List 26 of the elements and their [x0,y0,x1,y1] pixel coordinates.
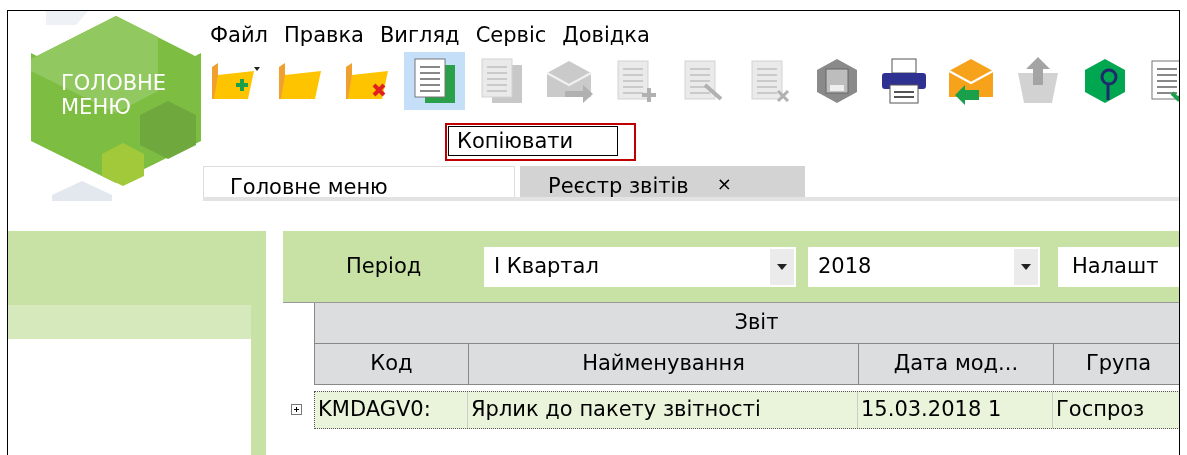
column-header[interactable]: Група [1053,344,1179,384]
period-dropdown[interactable]: I Квартал [484,246,796,287]
period-label: Період [346,252,423,280]
table-cell: KMDAGV0: [315,392,468,428]
column-header[interactable]: Код [314,344,468,384]
menu-item[interactable]: Файл [210,19,269,51]
menu-item[interactable]: Сервіс [475,19,547,51]
settings-button[interactable]: Налашт [1058,246,1179,287]
expand-icon[interactable] [291,404,302,415]
year-dropdown[interactable]: 2018 [808,246,1040,287]
table-cell: 15.03.2018 1 [858,392,1053,428]
menu-item[interactable]: Вигляд [379,19,460,51]
caret-icon [1021,263,1031,270]
column-group-header: Звіт [314,303,1179,344]
table-row[interactable]: KMDAGV0: Ярлик до пакету звітності 15.03.2018 1 Госпроз [314,391,1179,429]
column-header[interactable]: Дата мод... [858,344,1053,384]
column-header[interactable]: Найменування [468,344,858,384]
tab[interactable]: Головне меню [203,166,515,197]
table-cell: Ярлик до пакету звітності [468,392,858,428]
menu-item[interactable]: Довідка [562,19,650,51]
tooltip: Копіювати [448,126,618,156]
menu-item[interactable]: Правка [284,19,364,51]
tab[interactable]: Реєстр звітів × [520,166,805,197]
close-icon[interactable]: × [716,174,732,194]
caret-icon [777,263,787,270]
table-cell: Госпроз [1053,392,1179,428]
